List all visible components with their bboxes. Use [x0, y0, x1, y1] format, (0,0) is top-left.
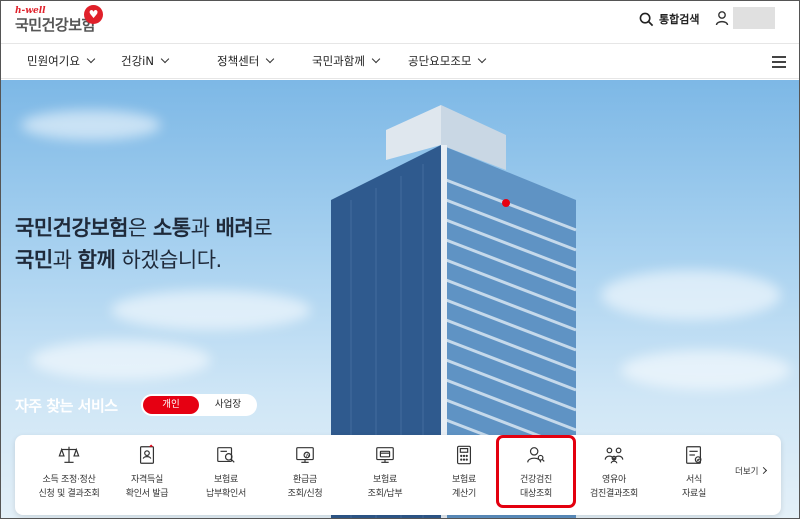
calculator-icon	[456, 445, 472, 465]
user-icon[interactable]	[715, 10, 729, 26]
service-label-line: 납부확인서	[206, 489, 246, 499]
service-type-toggle: 개인 사업장	[141, 394, 257, 416]
nav-item-label: 민원여기요	[27, 54, 80, 68]
nav-item-label: 정책센터	[217, 54, 260, 68]
service-refund-inquiry[interactable]: W 환급금 조회/신청	[267, 435, 343, 515]
service-label-line: 조회/납부	[367, 489, 403, 499]
service-premium-calculator[interactable]: 보험료 계산기	[426, 435, 502, 515]
nav-item-about[interactable]: 공단요모조모	[408, 44, 487, 80]
hero-line-2: 국민과 함께 하겠습니다.	[15, 244, 272, 276]
cloud	[601, 270, 781, 320]
service-label: 보험료 납부확인서	[188, 473, 264, 501]
frequent-services-panel: 소득 조정·정산 신청 및 결과조회 자격득실 확인서 발급 보험료 납부확인서…	[15, 435, 781, 515]
service-label-line: 자격득실	[131, 475, 163, 485]
site-logo[interactable]: h-well 국민건강보험 ♥	[15, 5, 103, 34]
document-person-icon	[139, 444, 155, 464]
svg-text:W: W	[306, 453, 310, 458]
search-icon	[639, 12, 654, 26]
frequent-services-title: 자주 찾는 서비스	[15, 397, 118, 415]
service-label-line: 소득 조정·정산	[42, 475, 96, 485]
scale-icon	[58, 446, 80, 463]
service-label: 서식 자료실	[656, 473, 732, 501]
cloud	[31, 340, 211, 380]
service-label-line: 신청 및 결과조회	[38, 489, 100, 499]
hero-text: 로	[253, 216, 273, 240]
service-label-line: 보험료	[214, 475, 238, 485]
hero-text: 배려	[215, 216, 254, 240]
service-label-line: 조회/신청	[287, 489, 323, 499]
service-label-line: 영유아	[602, 475, 626, 485]
more-services-link[interactable]: 더보기	[735, 465, 768, 477]
service-label-line: 보험료	[373, 475, 397, 485]
chevron-down-icon	[478, 54, 487, 64]
chevron-down-icon	[371, 54, 381, 64]
service-premium-inquiry-payment[interactable]: 보험료 조회/납부	[347, 435, 423, 515]
service-label-line: 자료실	[682, 489, 706, 499]
hero-text: 하겠습니다.	[115, 248, 222, 272]
family-icon	[604, 447, 624, 464]
hamburger-menu-icon[interactable]	[772, 56, 786, 68]
cloud	[621, 350, 791, 390]
service-eligibility-certificate[interactable]: 자격득실 확인서 발급	[109, 435, 185, 515]
service-label: 환급금 조회/신청	[267, 473, 343, 501]
hero-text: 과	[52, 248, 78, 272]
service-income-adjustment[interactable]: 소득 조정·정산 신청 및 결과조회	[31, 435, 107, 515]
toggle-individual[interactable]: 개인	[143, 396, 199, 414]
chevron-down-icon	[266, 54, 275, 64]
service-infant-checkup-results[interactable]: 영유아 검진결과조회	[576, 435, 652, 515]
hero-headline: 국민건강보험은 소통과 배려로 국민과 함께 하겠습니다.	[15, 212, 273, 276]
service-label: 보험료 계산기	[426, 473, 502, 501]
nav-item-label: 건강iN	[121, 54, 154, 68]
nav-item-civil-service[interactable]: 민원여기요	[27, 44, 96, 80]
integrated-search-button[interactable]: 통합검색	[639, 9, 699, 29]
cloud	[111, 290, 311, 330]
toggle-business[interactable]: 사업장	[201, 396, 255, 414]
hero-text: 국민건강보험	[15, 216, 128, 240]
service-label: 보험료 조회/납부	[347, 473, 423, 501]
nav-item-with-citizens[interactable]: 국민과함께	[312, 44, 381, 80]
top-header: h-well 국민건강보험 ♥ 통합검색	[1, 1, 799, 43]
form-document-icon	[686, 446, 702, 464]
service-label-line: 검진결과조회	[590, 489, 638, 499]
chevron-down-icon	[86, 54, 96, 64]
nav-item-health-in[interactable]: 건강iN	[121, 44, 170, 80]
service-label: 소득 조정·정산 신청 및 결과조회	[31, 473, 107, 501]
highlight-annotation-box	[496, 435, 576, 508]
service-form-library[interactable]: 서식 자료실	[656, 435, 732, 515]
nav-item-label: 공단요모조모	[408, 54, 472, 68]
monitor-card-icon	[376, 447, 394, 463]
more-label: 더보기	[735, 467, 759, 477]
search-label: 통합검색	[659, 13, 700, 26]
service-label-line: 계산기	[452, 489, 476, 499]
logo-main-text: 국민건강보험	[15, 16, 95, 34]
receipt-search-icon	[217, 447, 235, 463]
hero-text: 은	[127, 216, 153, 240]
service-label-line: 보험료	[452, 475, 476, 485]
service-label-line: 서식	[686, 475, 702, 485]
hero-text: 국민	[15, 248, 53, 272]
service-label: 자격득실 확인서 발급	[109, 473, 185, 501]
hero-banner: 국민건강보험은 소통과 배려로 국민과 함께 하겠습니다. 자주 찾는 서비스 …	[1, 80, 799, 518]
cloud	[21, 110, 161, 140]
chevron-right-icon	[760, 466, 768, 475]
main-nav: 민원여기요 건강iN 정책센터 국민과함께 공단요모조모	[1, 43, 799, 80]
service-label-line: 환급금	[293, 475, 317, 485]
page-frame: h-well 국민건강보험 ♥ 통합검색 민원여기요 건강iN 정책센터 국민과…	[0, 0, 800, 519]
hero-line-1: 국민건강보험은 소통과 배려로	[15, 212, 273, 244]
hero-text: 함께	[77, 248, 116, 272]
hero-text: 소통	[152, 216, 191, 240]
hero-text: 과	[190, 216, 216, 240]
monitor-coin-icon: W	[296, 447, 314, 463]
logo-sub-text: h-well	[15, 6, 46, 16]
service-label-line: 확인서 발급	[125, 489, 169, 499]
login-button[interactable]	[733, 7, 775, 29]
service-premium-payment-certificate[interactable]: 보험료 납부확인서	[188, 435, 264, 515]
heart-icon: ♥	[84, 5, 103, 24]
nav-item-label: 국민과함께	[312, 54, 365, 68]
service-label: 영유아 검진결과조회	[576, 473, 652, 501]
chevron-down-icon	[160, 54, 170, 64]
nav-item-policy-center[interactable]: 정책센터	[217, 44, 275, 80]
